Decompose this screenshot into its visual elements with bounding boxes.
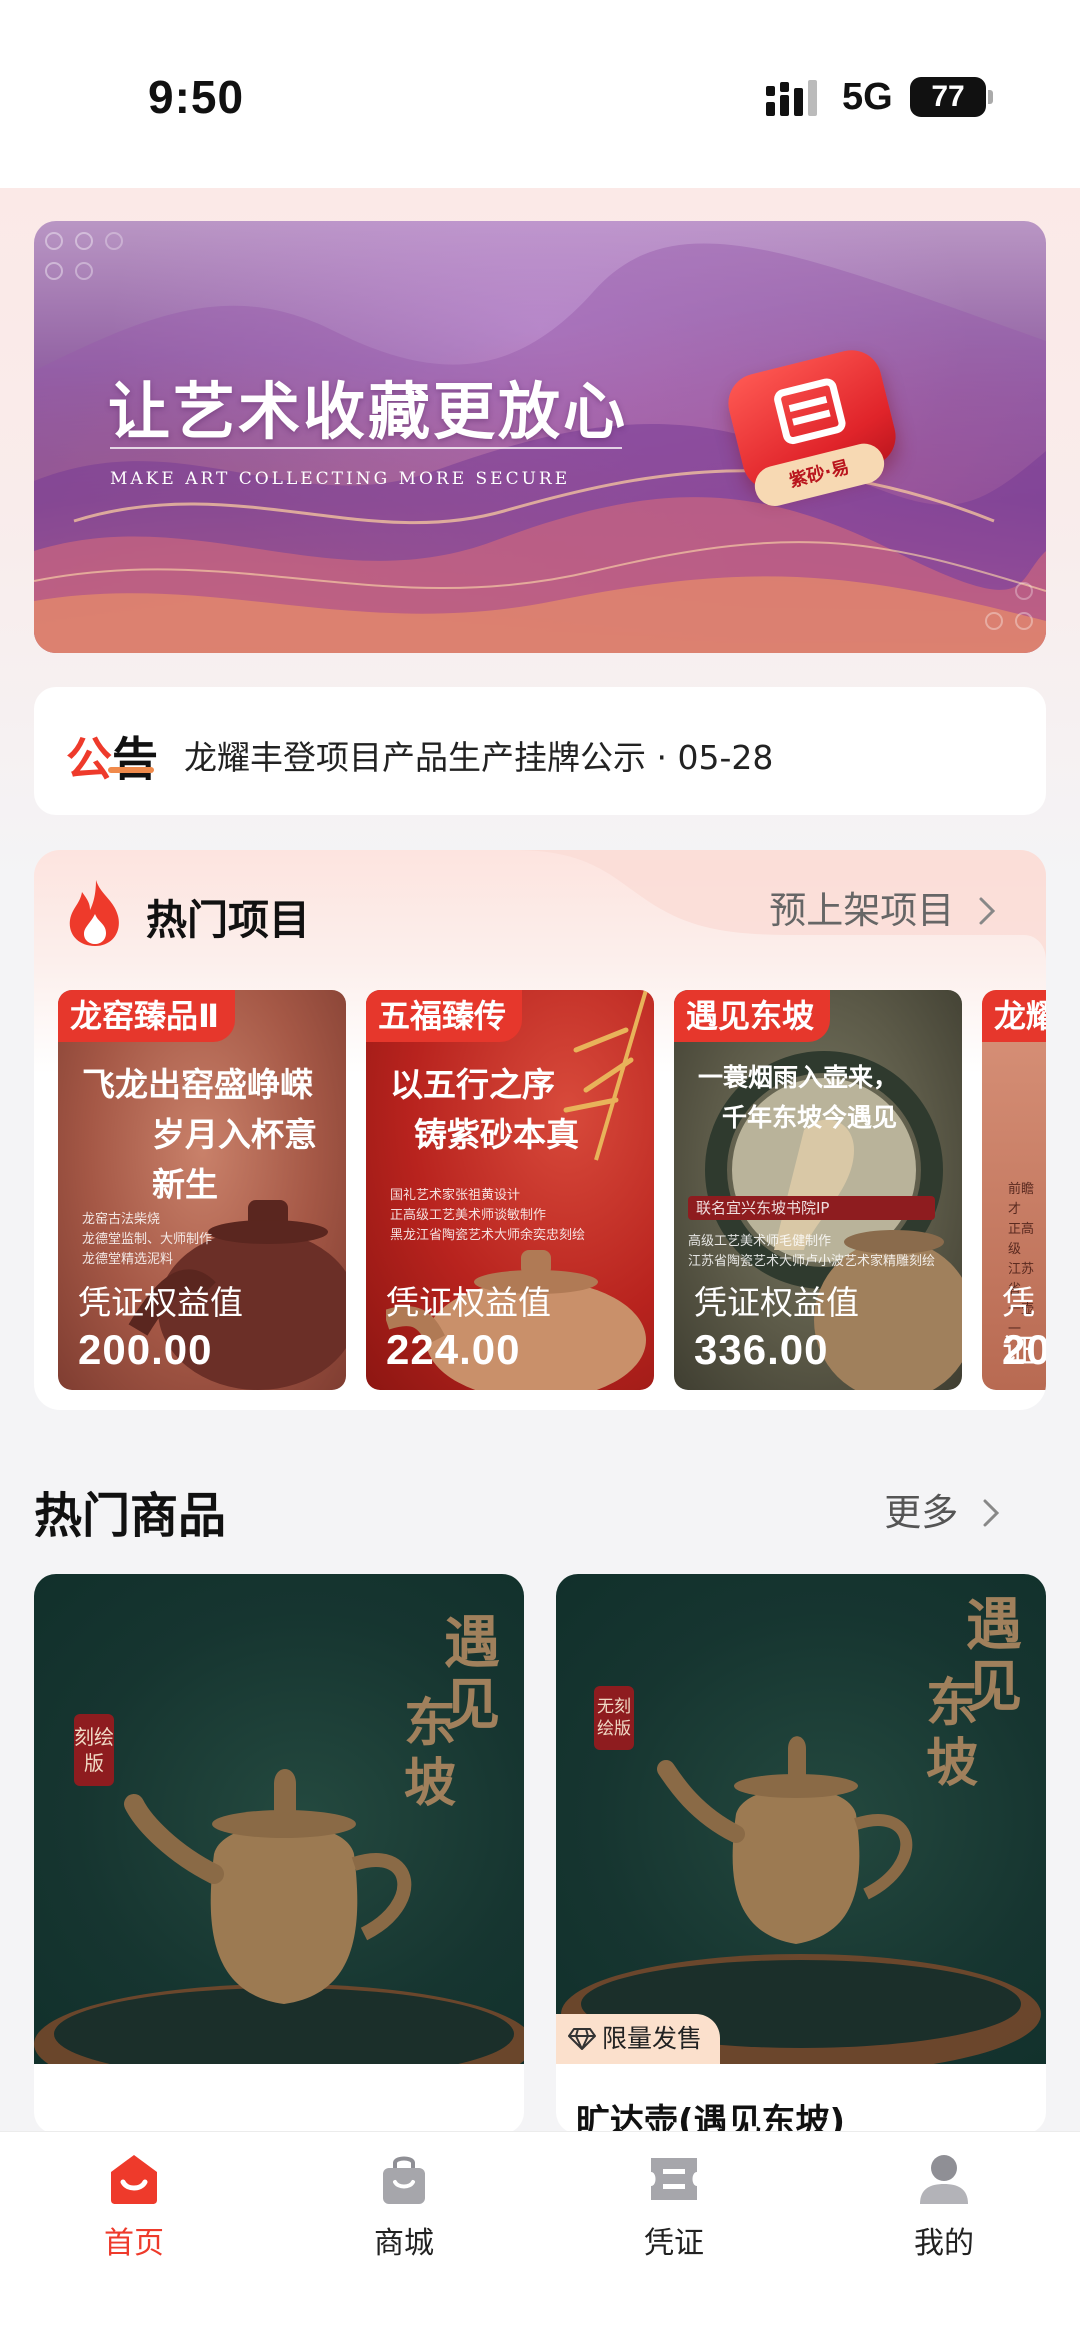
project-card-value: 20	[1002, 1326, 1046, 1373]
banner-subtitle: MAKE ART COLLECTING MORE SECURE	[110, 469, 571, 489]
network-type: 5G	[842, 76, 893, 118]
hot-projects-title: 热门项目	[146, 896, 310, 944]
tab-certificate[interactable]: 凭证	[594, 2152, 754, 2272]
project-card[interactable]: 五福臻传 以五行之序 铸紫砂本真 国礼艺术家张祖黄设计 正高级工艺美术师谈敏制作…	[366, 990, 654, 1390]
limited-sale-badge: 限量发售	[556, 2014, 721, 2064]
battery-level: 77	[910, 77, 986, 117]
tab-profile[interactable]: 我的	[864, 2152, 1024, 2272]
tab-mall[interactable]: 商城	[324, 2152, 484, 2272]
project-card-value-label: 凭证权益值	[386, 1283, 551, 1322]
shopping-bag-icon	[383, 2156, 425, 2204]
project-card-label: 五福臻传	[366, 990, 523, 1042]
hot-goods-title: 热门商品	[34, 1488, 227, 1544]
product-image: 遇见 东坡 刻绘版	[34, 1574, 524, 2064]
product-card[interactable]: 遇见 东坡 无刻绘版 限量发售 旷达壶(遇见东坡)	[556, 1574, 1046, 2134]
project-card[interactable]: 遇见东坡 一蓑烟雨入壶来， 千年东坡今遇见 联名宜兴东坡书院IP 高级工艺美术师…	[674, 990, 962, 1390]
fire-icon	[69, 880, 119, 946]
banner-divider	[110, 447, 622, 449]
home-icon	[111, 2155, 157, 2204]
profile-icon	[920, 2155, 968, 2204]
project-cards-carousel[interactable]: 龙窑臻品Ⅱ 飞龙出窑盛峥嵘 岁月入杯意新生 龙窑古法柴烧 龙德堂监制、大师制作 …	[58, 990, 1046, 1390]
project-card-label: 龙窑臻品Ⅱ	[58, 990, 236, 1042]
certificate-icon	[651, 2158, 697, 2200]
product-image: 遇见 东坡 无刻绘版 限量发售	[556, 1574, 1046, 2064]
project-card-headline: 飞龙出窑盛峥嵘 岁月入杯意新生	[82, 1065, 317, 1204]
announcement-text[interactable]: 龙耀丰登项目产品生产挂牌公示 · 05-28	[184, 731, 773, 779]
project-card-value: 200.00	[78, 1326, 213, 1373]
promo-banner[interactable]: 让艺术收藏更放心 MAKE ART COLLECTING MORE SECURE…	[34, 221, 1046, 653]
edition-seal: 无刻绘版	[594, 1686, 634, 1750]
chevron-right-icon	[979, 897, 996, 925]
project-card[interactable]: 龙窑臻品Ⅱ 飞龙出窑盛峥嵘 岁月入杯意新生 龙窑古法柴烧 龙德堂监制、大师制作 …	[58, 990, 346, 1390]
project-card-headline: 一蓑烟雨入壶来， 千年东坡今遇见	[698, 1063, 899, 1132]
announcement-bar[interactable]: 公告 龙耀丰登项目产品生产挂牌公示 · 05-28	[34, 687, 1046, 815]
project-card-details: 联名宜兴东坡书院IP 高级工艺美术师毛健制作 江苏省陶瓷艺术大师卢小波艺术家精雕…	[688, 1196, 936, 1272]
chevron-right-icon	[983, 1499, 1000, 1527]
announcement-tag: 公告	[66, 732, 158, 786]
cellular-signal-icon	[766, 80, 817, 116]
project-card-label: 龙耀	[982, 990, 1046, 1042]
project-card-details: 国礼艺术家张祖黄设计 正高级工艺美术师谈敏制作 黑龙江省陶瓷艺术大师余奕忠刻绘	[390, 1188, 586, 1243]
project-card[interactable]: 龙耀 前瞻才 正高级 江苏省 一壶一 凭证 20	[982, 990, 1046, 1390]
project-card-headline: 以五行之序 铸紫砂本真	[390, 1065, 579, 1154]
project-card-value-label: 凭证权益值	[78, 1283, 243, 1322]
more-goods-link[interactable]: 更多	[884, 1482, 1000, 1536]
calligraphy-text: 东坡	[404, 1693, 457, 1814]
product-card[interactable]: 遇见 东坡 刻绘版	[34, 1574, 524, 2134]
status-bar: 9:50 5G 77	[0, 0, 1080, 188]
hot-projects-section: 热门项目 预上架项目 龙窑臻品Ⅱ 飞龙出窑盛峥嵘 岁月入杯意新生 龙窑古法柴烧 …	[34, 850, 1046, 1410]
product-name: 旷达壶(遇见东坡)	[576, 2102, 846, 2134]
banner-title: 让艺术收藏更放心	[108, 375, 629, 448]
bottom-tab-bar: 首页 商城 凭证 我的	[0, 2131, 1080, 2345]
status-time: 9:50	[148, 71, 245, 123]
project-card-details: 龙窑古法柴烧 龙德堂监制、大师制作 龙德堂精选泥料	[82, 1212, 213, 1267]
edition-seal: 刻绘版	[74, 1714, 114, 1786]
battery-cap	[988, 90, 993, 104]
project-card-label: 遇见东坡	[674, 990, 831, 1042]
pre-listing-link[interactable]: 预上架项目	[769, 880, 996, 934]
project-card-value: 224.00	[386, 1326, 521, 1373]
calligraphy-text: 东坡	[926, 1673, 979, 1794]
tab-home[interactable]: 首页	[54, 2152, 214, 2272]
diamond-icon	[568, 2028, 596, 2050]
project-card-value: 336.00	[694, 1326, 829, 1373]
project-card-value-label: 凭证权益值	[694, 1283, 859, 1322]
